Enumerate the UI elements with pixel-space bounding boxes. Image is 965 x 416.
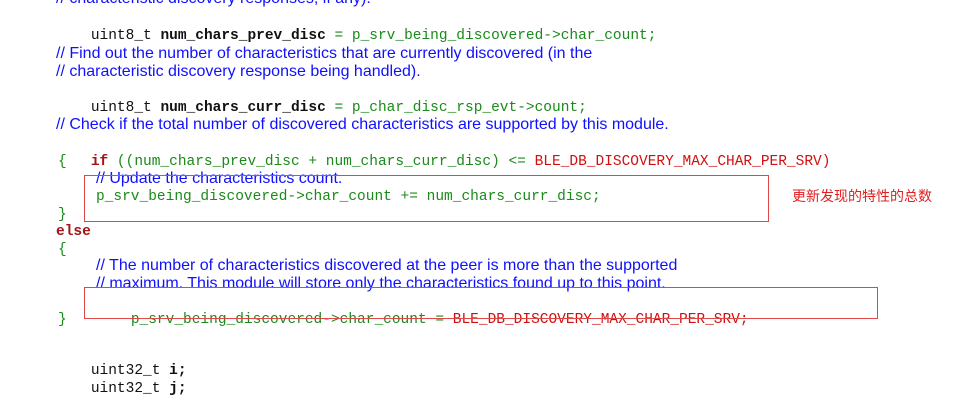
else-keyword: else <box>56 224 91 240</box>
variable-name: num_chars_prev_disc <box>160 28 326 44</box>
type-keyword: uint8_t <box>90 28 161 44</box>
if-keyword: if <box>90 154 109 170</box>
code-expression: = p_char_disc_rsp_evt->count; <box>325 100 587 116</box>
code-comment: // Check if the total number of discover… <box>56 116 669 133</box>
macro-name: BLE_DB_DISCOVERY_MAX_CHAR_PER_SRV) <box>534 154 831 170</box>
open-brace: { <box>58 242 67 258</box>
annotation-label: 更新发现的特性的总数 <box>792 189 932 205</box>
type-keyword: uint32_t <box>90 381 170 397</box>
variable-name: j; <box>169 381 187 397</box>
code-line-num-chars-prev: uint8_t num_chars_prev_disc = p_srv_bein… <box>56 9 657 44</box>
annotation-highlight-box <box>84 175 769 222</box>
code-line-if: if ((num_chars_prev_disc + num_chars_cur… <box>56 135 831 170</box>
type-keyword: uint8_t <box>90 100 161 116</box>
code-line-decl-j: uint32_t j; <box>56 362 187 397</box>
open-brace: { <box>58 154 67 170</box>
if-condition: ((num_chars_prev_disc + num_chars_curr_d… <box>108 154 535 170</box>
code-line-num-chars-curr: uint8_t num_chars_curr_disc = p_char_dis… <box>56 81 587 116</box>
code-comment: // The number of characteristics discove… <box>96 257 678 274</box>
variable-name: num_chars_curr_disc <box>160 100 326 116</box>
code-comment: // Find out the number of characteristic… <box>56 45 593 62</box>
code-comment: // characteristic discovery responses, i… <box>56 0 371 8</box>
close-brace: } <box>58 312 67 328</box>
annotation-highlight-box <box>84 287 878 319</box>
code-comment: // characteristic discovery response bei… <box>56 63 421 80</box>
close-brace: } <box>58 207 67 223</box>
code-expression: = p_srv_being_discovered->char_count; <box>325 28 657 44</box>
code-line-decl-i: uint32_t i; <box>56 344 187 379</box>
